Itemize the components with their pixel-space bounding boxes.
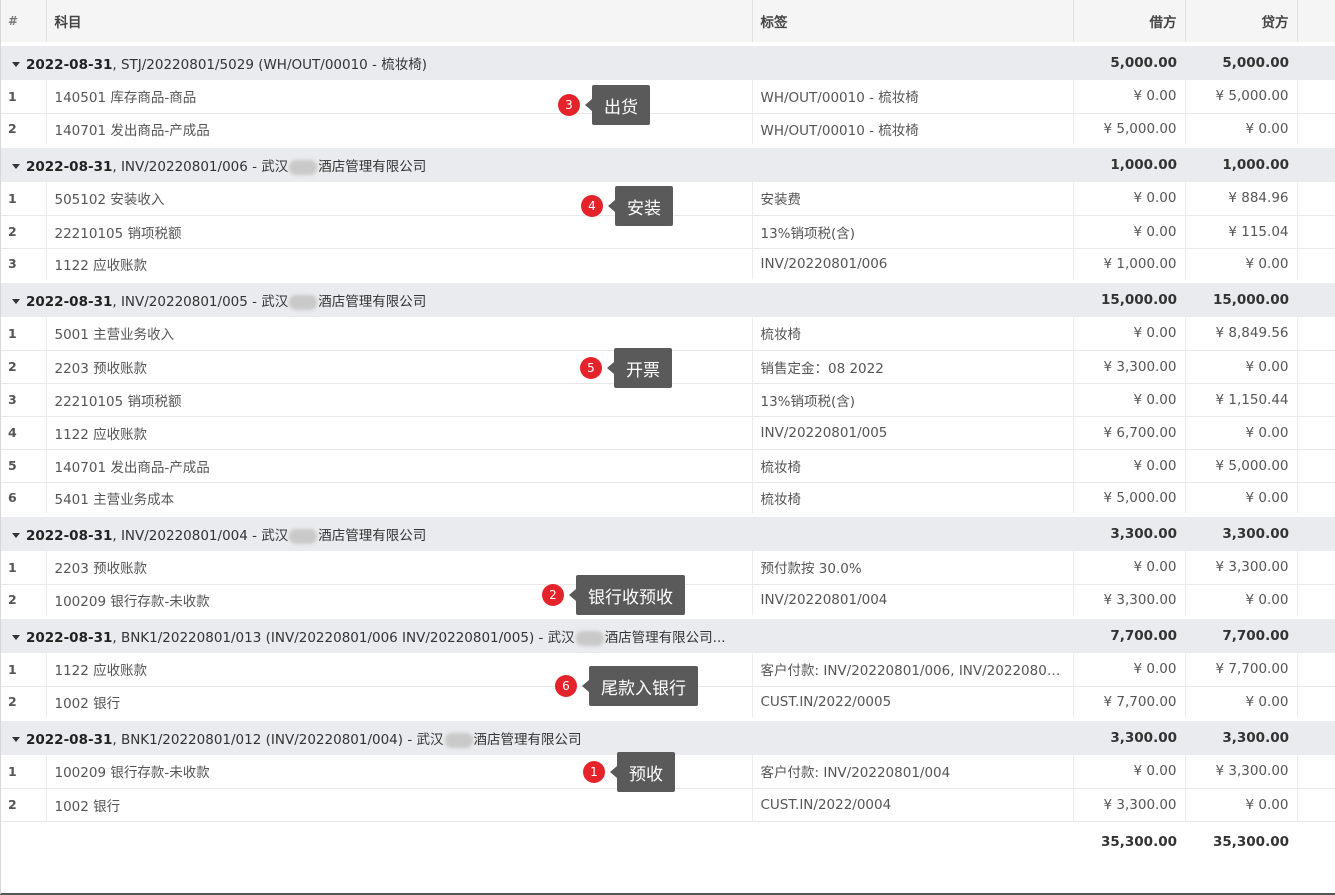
redaction-blur	[444, 732, 473, 748]
callout-text: 尾款入银行	[589, 666, 698, 706]
annotation-callout: 4 安装	[581, 186, 673, 226]
step-number-badge: 6	[555, 675, 577, 697]
step-number-badge: 3	[558, 94, 580, 116]
step-number-badge: 4	[581, 195, 603, 217]
redaction-blur	[289, 294, 318, 310]
callout-pointer-icon	[608, 200, 615, 212]
callout-text: 安装	[615, 186, 673, 226]
redaction-blur	[575, 630, 604, 646]
redaction-blur	[289, 528, 318, 544]
step-number-badge: 2	[542, 584, 564, 606]
callout-text: 银行收预收	[576, 575, 685, 615]
callout-pointer-icon	[582, 680, 589, 692]
callout-text: 预收	[617, 752, 675, 792]
annotation-callout: 2 银行收预收	[542, 575, 685, 615]
annotation-callout: 3 出货	[558, 85, 650, 125]
callout-pointer-icon	[610, 766, 617, 778]
callout-text: 开票	[614, 348, 672, 388]
callout-pointer-icon	[585, 99, 592, 111]
callout-pointer-icon	[607, 362, 614, 374]
step-number-badge: 1	[583, 761, 605, 783]
annotation-callout: 6 尾款入银行	[555, 666, 698, 706]
step-number-badge: 5	[580, 357, 602, 379]
callout-pointer-icon	[569, 589, 576, 601]
annotation-callout: 5 开票	[580, 348, 672, 388]
callout-text: 出货	[592, 85, 650, 125]
redaction-blur	[289, 159, 318, 175]
annotation-callout: 1 预收	[583, 752, 675, 792]
